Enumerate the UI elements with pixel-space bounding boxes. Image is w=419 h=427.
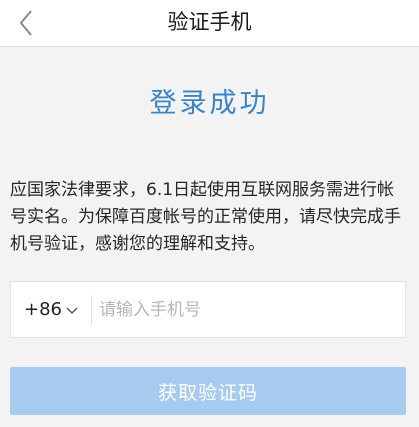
login-success-heading: 登录成功	[149, 88, 270, 119]
phone-input-row: +86	[10, 281, 406, 338]
page-title: 验证手机	[167, 10, 252, 34]
chevron-down-icon	[66, 307, 78, 314]
get-verification-code-button[interactable]: 获取验证码	[10, 367, 406, 415]
verification-notice: 应国家法律要求，6.1日起使用互联网服务需进行帐号实名。为保障百度帐号的正常使用…	[10, 180, 401, 254]
country-code-selector[interactable]: +86	[11, 282, 91, 337]
phone-number-input[interactable]	[97, 290, 401, 330]
nav-bar: 验证手机	[0, 0, 419, 47]
input-divider	[91, 295, 92, 325]
country-code-label: +86	[24, 299, 62, 320]
